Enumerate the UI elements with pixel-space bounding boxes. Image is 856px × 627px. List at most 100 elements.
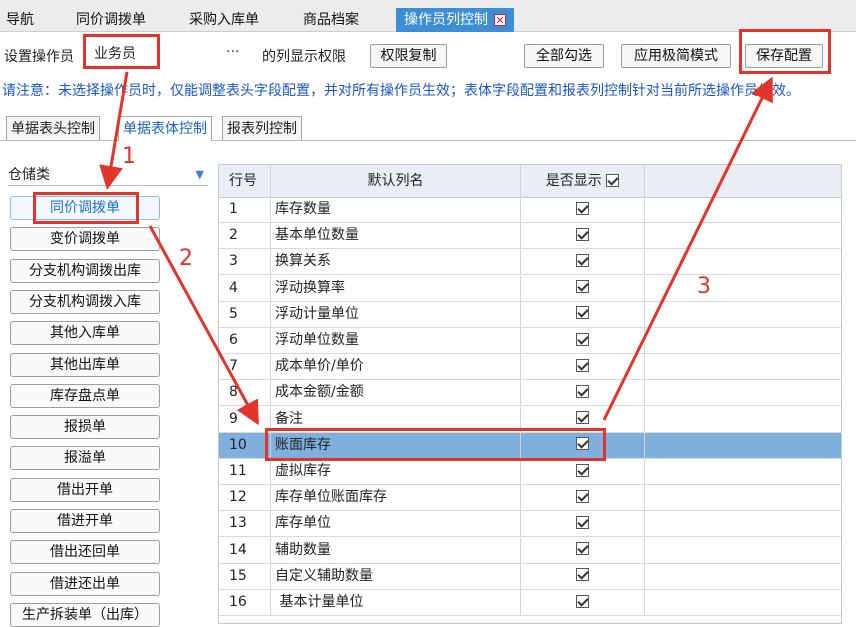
copy-permission-button[interactable]: 权限复制 <box>370 44 447 68</box>
show-checkbox[interactable] <box>576 437 589 451</box>
save-config-button[interactable]: 保存配置 <box>745 44 823 68</box>
show-checkbox[interactable] <box>576 384 589 398</box>
tab-same-price-transfer[interactable]: 同价调拨单 <box>76 8 146 32</box>
tab-report-column-control[interactable]: 报表列控制 <box>222 116 302 140</box>
table-row[interactable]: 6 浮动单位数量 <box>219 328 841 354</box>
table-row[interactable]: 13 库存单位 <box>219 511 841 538</box>
operator-picker-button[interactable]: ··· <box>226 44 239 60</box>
show-cell <box>521 511 645 537</box>
tab-label: 导航 <box>6 12 34 28</box>
show-checkbox[interactable] <box>576 568 589 582</box>
doc-type-button[interactable]: 报损单 <box>10 415 160 440</box>
show-checkbox[interactable] <box>576 463 589 477</box>
table-row[interactable]: 1 库存数量 <box>219 197 841 223</box>
tab-header-control[interactable]: 单据表头控制 <box>6 116 100 140</box>
table-row[interactable]: 7 成本单价/单价 <box>219 354 841 381</box>
header-show: 是否显示 <box>521 165 645 197</box>
row-number: 12 <box>219 485 271 511</box>
show-checkbox[interactable] <box>576 594 589 608</box>
show-checkbox[interactable] <box>576 306 589 320</box>
tab-operator-column-control[interactable]: 操作员列控制 ✕ <box>396 8 514 32</box>
column-name: 自定义辅助数量 <box>271 563 521 589</box>
chevron-down-icon: ▼ <box>195 168 204 181</box>
table-row[interactable]: 12 库存单位账面库存 <box>219 485 841 512</box>
doc-type-button[interactable]: 分支机构调拨出库 <box>10 258 160 283</box>
column-name: 虚拟库存 <box>271 459 521 484</box>
show-checkbox[interactable] <box>576 542 589 556</box>
table-row[interactable]: 14 辅助数量 <box>219 537 841 564</box>
show-checkbox[interactable] <box>576 489 589 503</box>
table-row[interactable]: 8 成本金额/金额 <box>219 380 841 407</box>
table-row[interactable]: 4 浮动换算率 <box>219 275 841 302</box>
doc-type-button[interactable]: 其他入库单 <box>10 321 160 346</box>
doc-type-button[interactable]: 分支机构调拨入库 <box>10 289 160 314</box>
row-number: 7 <box>219 354 271 380</box>
close-icon[interactable]: ✕ <box>494 14 506 26</box>
doc-type-button[interactable]: 借出开单 <box>10 477 160 502</box>
column-name: 库存数量 <box>271 197 521 222</box>
show-cell <box>521 328 645 353</box>
row-number: 10 <box>219 432 271 458</box>
table-row[interactable]: 11 虚拟库存 <box>219 459 841 485</box>
row-number: 4 <box>219 275 271 301</box>
tab-label: 同价调拨单 <box>76 12 146 28</box>
show-checkbox[interactable] <box>576 227 589 241</box>
doc-type-button[interactable]: 借出还回单 <box>10 540 160 565</box>
show-checkbox[interactable] <box>576 280 589 294</box>
row-number: 16 <box>219 590 271 615</box>
row-number: 11 <box>219 459 271 484</box>
doc-type-button[interactable]: 变价调拨单 <box>10 227 160 252</box>
table-row[interactable]: 10 账面库存 <box>219 432 841 459</box>
tab-label: 采购入库单 <box>189 12 259 28</box>
category-value: 仓储类 <box>8 167 50 183</box>
show-checkbox[interactable] <box>576 253 589 267</box>
column-name: 账面库存 <box>271 432 521 458</box>
doc-type-button[interactable]: 生产拆装单（出库） <box>10 602 160 627</box>
show-checkbox[interactable] <box>576 358 589 372</box>
simple-mode-button[interactable]: 应用极简模式 <box>621 44 731 68</box>
select-all-button[interactable]: 全部勾选 <box>524 44 604 68</box>
tab-label: 操作员列控制 <box>404 12 488 28</box>
permission-label: 的列显示权限 <box>262 49 346 65</box>
header-row-number: 行号 <box>219 165 271 197</box>
row-number: 8 <box>219 380 271 406</box>
table-row[interactable]: 16 基本计量单位 <box>219 590 841 616</box>
show-checkbox[interactable] <box>576 411 589 425</box>
tab-purchase-inbound[interactable]: 采购入库单 <box>189 8 259 32</box>
tab-label: 商品档案 <box>303 12 359 28</box>
extra-cell <box>645 302 841 327</box>
row-number: 15 <box>219 563 271 589</box>
show-cell <box>521 485 645 511</box>
table-row[interactable]: 2 基本单位数量 <box>219 223 841 250</box>
show-cell <box>521 249 645 275</box>
select-all-checkbox[interactable] <box>606 173 620 187</box>
operator-input[interactable]: 业务员 <box>86 42 246 66</box>
doc-type-button[interactable]: 库存盘点单 <box>10 383 160 408</box>
show-cell <box>521 223 645 249</box>
category-select[interactable]: 仓储类 ▼ <box>8 164 208 186</box>
show-checkbox[interactable] <box>576 201 589 215</box>
table-row[interactable]: 3 换算关系 <box>219 249 841 276</box>
table-row[interactable]: 5 浮动计量单位 <box>219 301 841 328</box>
tab-body-control[interactable]: 单据表体控制 <box>118 116 212 141</box>
show-checkbox[interactable] <box>576 332 589 346</box>
extra-cell <box>645 433 841 458</box>
doc-type-button[interactable]: 其他出库单 <box>10 352 160 377</box>
doc-type-button[interactable]: 报溢单 <box>10 446 160 471</box>
row-number: 1 <box>219 197 271 222</box>
extra-cell <box>645 223 841 248</box>
operator-label: 设置操作员 <box>4 49 74 65</box>
doc-type-button[interactable]: 同价调拨单 <box>10 196 160 220</box>
column-name: 成本金额/金额 <box>271 380 521 406</box>
table-row[interactable]: 15 自定义辅助数量 <box>219 563 841 590</box>
tab-navigation[interactable]: 导航 <box>6 8 34 32</box>
doc-type-button[interactable]: 借进还出单 <box>10 571 160 596</box>
show-checkbox[interactable] <box>576 515 589 529</box>
top-tab-bar: 导航 同价调拨单 采购入库单 商品档案 操作员列控制 ✕ <box>0 0 856 32</box>
table-row[interactable]: 9 备注 <box>219 406 841 433</box>
extra-cell <box>645 249 841 274</box>
sub-tab-bar: 单据表头控制 单据表体控制 报表列控制 <box>0 114 856 141</box>
show-cell <box>521 354 645 380</box>
tab-product-archive[interactable]: 商品档案 <box>303 8 359 32</box>
doc-type-button[interactable]: 借进开单 <box>10 509 160 533</box>
